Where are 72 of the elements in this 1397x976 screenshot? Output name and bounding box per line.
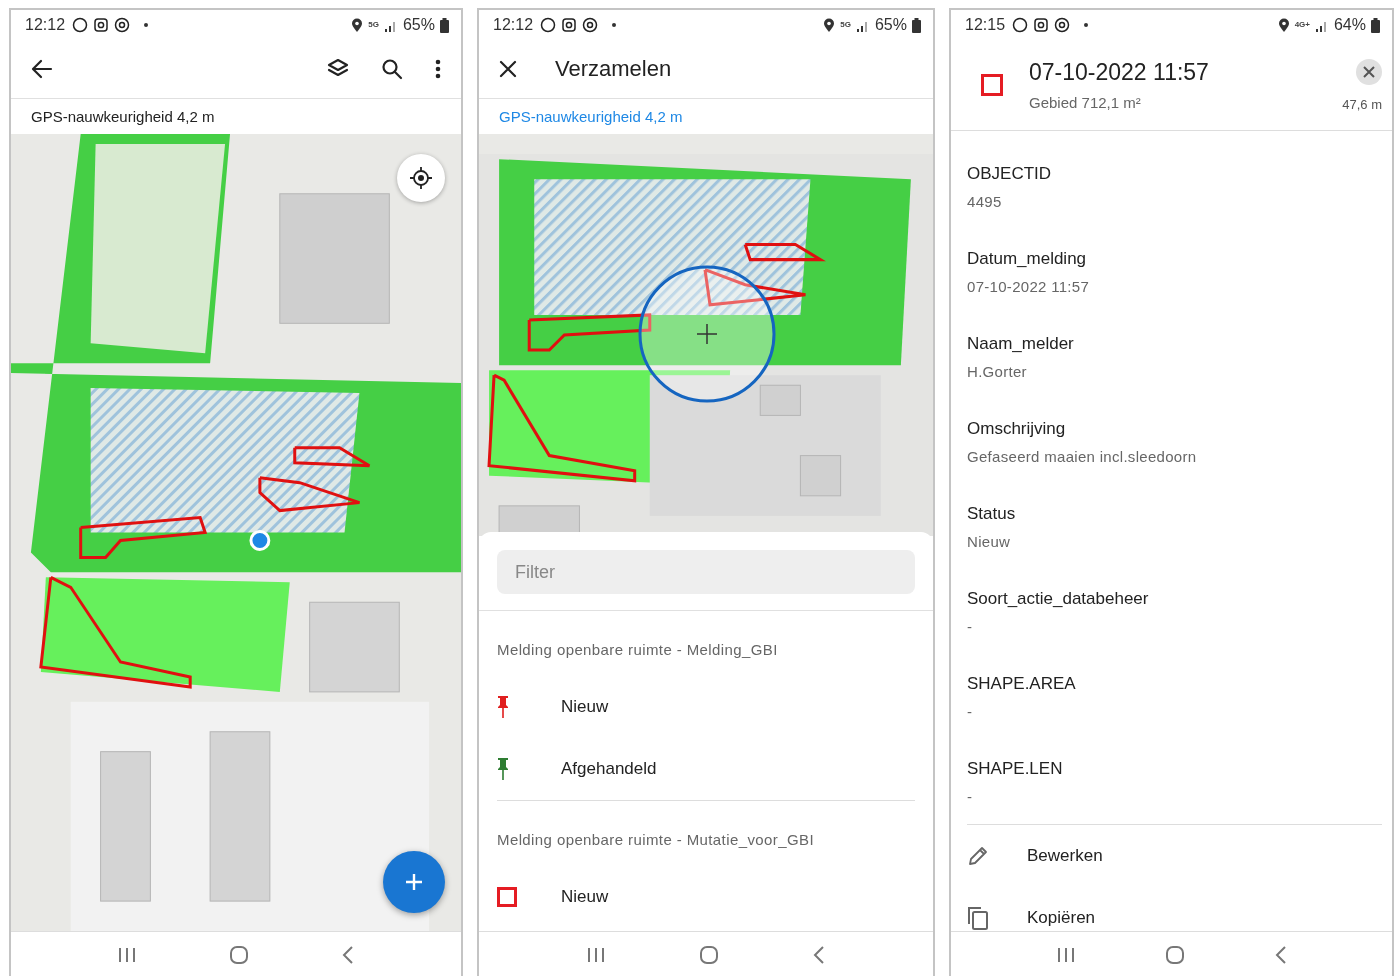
template-item[interactable]: Nieuw	[561, 697, 609, 717]
network-type: 5G	[840, 21, 851, 29]
back-icon	[341, 945, 355, 965]
field-value: Nieuw	[967, 533, 1012, 550]
field-value: Gefaseerd maaien incl.sleedoorn	[967, 448, 1198, 465]
gps-accuracy: GPS-nauwkeurigheid 4,2 m	[30, 107, 216, 127]
template-item[interactable]: Nieuw	[561, 887, 609, 907]
plus-icon	[404, 872, 424, 892]
copy-icon	[967, 906, 989, 930]
clock-time: 12:12	[493, 16, 534, 34]
battery-icon	[912, 17, 921, 33]
network-type: 5G	[368, 21, 379, 29]
group-title: Melding openbare ruimte - Melding_GBI	[497, 640, 779, 660]
back-icon	[1273, 945, 1288, 965]
filter-field[interactable]: Filter	[497, 550, 915, 594]
battery-icon	[440, 17, 449, 33]
template-item[interactable]: Afgehandeld	[561, 759, 657, 779]
group-title: Melding openbare ruimte - Mutatie_voor_GBI	[497, 830, 815, 850]
at-sign-icon	[114, 17, 131, 33]
field-label: Omschrijving	[967, 419, 1067, 439]
field-value: H.Gorter	[967, 363, 1028, 380]
camera-icon	[1033, 17, 1050, 33]
chat-icon	[72, 17, 89, 33]
close-icon	[1363, 65, 1375, 78]
recent-apps-icon	[1055, 946, 1076, 964]
more-icon	[435, 59, 441, 79]
battery-icon	[1371, 17, 1380, 33]
crosshair-icon	[637, 264, 777, 404]
dot-icon	[611, 22, 618, 28]
battery-level: 65%	[874, 16, 907, 34]
close-button[interactable]	[1356, 58, 1382, 85]
location-icon	[823, 17, 836, 33]
field-value: -	[967, 703, 974, 720]
screen-title: Verzamelen	[555, 56, 672, 82]
at-sign-icon	[582, 17, 599, 33]
field-value: -	[967, 618, 974, 635]
camera-icon	[93, 17, 110, 33]
battery-level: 65%	[402, 16, 435, 34]
chat-icon	[1012, 17, 1029, 33]
field-label: SHAPE.LEN	[967, 759, 1064, 779]
feature-subtitle: Gebied 712,1 m²	[1029, 94, 1142, 111]
battery-level: 64%	[1333, 16, 1366, 34]
location-icon	[351, 17, 364, 33]
pencil-icon	[967, 845, 989, 867]
recent-apps-icon	[585, 946, 606, 964]
dot-icon	[1083, 22, 1090, 28]
action-button[interactable]: Bewerken	[967, 825, 1382, 887]
field-label: Datum_melding	[967, 249, 1088, 269]
recent-apps-icon	[117, 946, 137, 964]
square-symbol-icon	[981, 74, 1003, 96]
field-value: 4495	[967, 193, 1003, 210]
feature-title: 07-10-2022 11:57	[1029, 59, 1210, 86]
field-value: 07-10-2022 11:57	[967, 278, 1091, 295]
clock-time: 12:12	[25, 16, 66, 34]
location-icon	[1277, 17, 1290, 33]
field-label: Status	[967, 504, 1017, 524]
at-sign-icon	[1054, 17, 1071, 33]
gps-accuracy: GPS-nauwkeurigheid 4,2 m	[498, 107, 684, 127]
distance-label: 47,6 m	[1342, 96, 1382, 112]
field-label: SHAPE.AREA	[967, 674, 1077, 694]
field-label: OBJECTID	[967, 164, 1053, 184]
field-label: Soort_actie_databeheer	[967, 589, 1150, 609]
back-icon	[812, 945, 827, 965]
target-icon	[410, 167, 432, 189]
action-button[interactable]: Kopiëren	[967, 887, 1382, 931]
dot-icon	[143, 22, 150, 28]
chat-icon	[540, 17, 557, 33]
network-type: 4G+	[1294, 21, 1310, 29]
clock-time: 12:15	[965, 16, 1006, 34]
field-value: -	[967, 788, 974, 805]
camera-icon	[561, 17, 578, 33]
field-label: Naam_melder	[967, 334, 1075, 354]
